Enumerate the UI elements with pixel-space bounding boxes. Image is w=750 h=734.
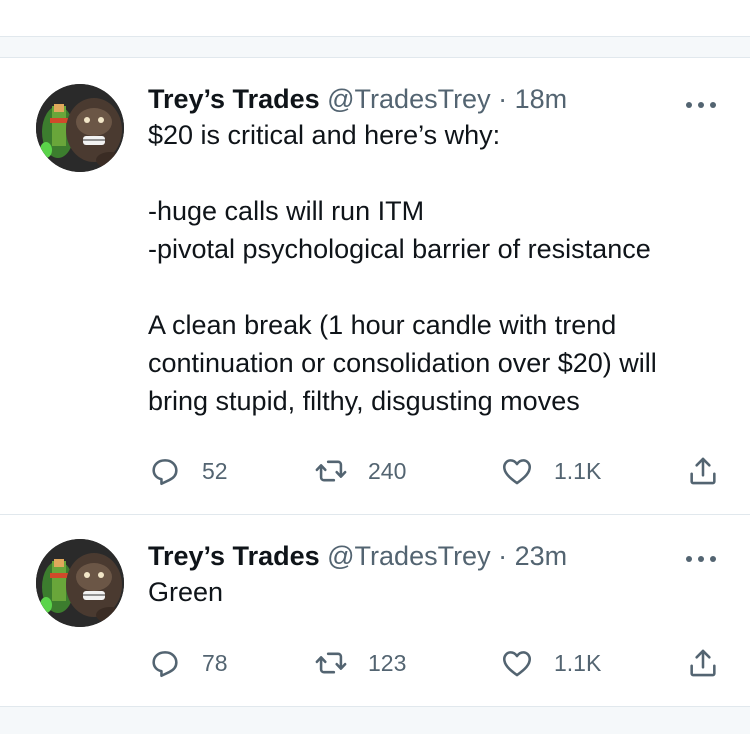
user-handle[interactable]: @TradesTrey (327, 84, 490, 114)
heart-icon (502, 459, 532, 485)
like-count: 1.1K (554, 649, 602, 676)
tweet-header: Trey’s Trades @TradesTrey · 23m (148, 539, 720, 573)
tweet-content: Trey’s Trades @TradesTrey · 23m Green (148, 539, 720, 611)
like-count: 1.1K (554, 457, 602, 484)
gorilla-avatar-icon (36, 84, 124, 172)
like-button[interactable]: 1.1K (500, 645, 601, 681)
timestamp[interactable]: 23m (515, 541, 568, 571)
paragraph-break (148, 154, 720, 192)
tweet-content: Trey’s Trades @TradesTrey · 18m $20 is c… (148, 82, 720, 420)
retweet-count: 240 (368, 457, 407, 484)
user-handle[interactable]: @TradesTrey (327, 541, 490, 571)
separator-dot: · (498, 541, 508, 571)
tweet-line: A clean break (1 hour candle with trend (148, 310, 617, 340)
display-name[interactable]: Trey’s Trades (148, 84, 320, 114)
timeline-separator-top (0, 36, 750, 58)
reply-count: 52 (202, 457, 228, 484)
separator-dot: · (498, 84, 508, 114)
retweet-icon (315, 652, 347, 674)
tweet[interactable]: Trey’s Trades @TradesTrey · 18m $20 is c… (0, 57, 750, 515)
tweet-header: Trey’s Trades @TradesTrey · 18m (148, 82, 720, 116)
timeline: Trey’s Trades @TradesTrey · 18m $20 is c… (0, 0, 750, 734)
paragraph-break (148, 268, 720, 306)
retweet-icon (315, 460, 347, 482)
tweet-line: -pivotal psychological barrier of resist… (148, 234, 651, 264)
tweet-text: $20 is critical and here’s why: -huge ca… (148, 116, 720, 420)
tweet-actions: 78 123 1.1K (148, 645, 723, 681)
tweet-line: Green (148, 577, 224, 607)
tweet[interactable]: Trey’s Trades @TradesTrey · 23m Green 78 (0, 515, 750, 705)
like-button[interactable]: 1.1K (500, 453, 601, 489)
retweet-button[interactable]: 123 (314, 645, 406, 681)
reply-button[interactable]: 78 (148, 645, 228, 681)
tweet-actions: 52 240 1.1K (148, 453, 723, 489)
timestamp[interactable]: 18m (515, 84, 568, 114)
tweet-line: bring stupid, filthy, disgusting moves (148, 386, 580, 416)
more-dots-icon[interactable] (686, 99, 716, 111)
share-icon (690, 457, 716, 485)
share-button[interactable] (686, 645, 720, 681)
retweet-button[interactable]: 240 (314, 453, 406, 489)
avatar[interactable] (36, 84, 124, 172)
avatar[interactable] (36, 539, 124, 627)
gorilla-avatar-icon (36, 539, 124, 627)
tweet-text: Green (148, 573, 720, 611)
more-dots-icon[interactable] (686, 553, 716, 565)
heart-icon (502, 651, 532, 677)
tweet-line: -huge calls will run ITM (148, 196, 425, 226)
timeline-separator-bottom (0, 706, 750, 734)
retweet-count: 123 (368, 649, 407, 676)
tweet-line: $20 is critical and here’s why: (148, 120, 501, 150)
display-name[interactable]: Trey’s Trades (148, 541, 320, 571)
reply-icon (152, 459, 178, 486)
reply-button[interactable]: 52 (148, 453, 228, 489)
share-icon (690, 649, 716, 677)
reply-icon (152, 651, 178, 678)
reply-count: 78 (202, 649, 228, 676)
tweet-line: continuation or consolidation over $20) … (148, 348, 657, 378)
share-button[interactable] (686, 453, 720, 489)
